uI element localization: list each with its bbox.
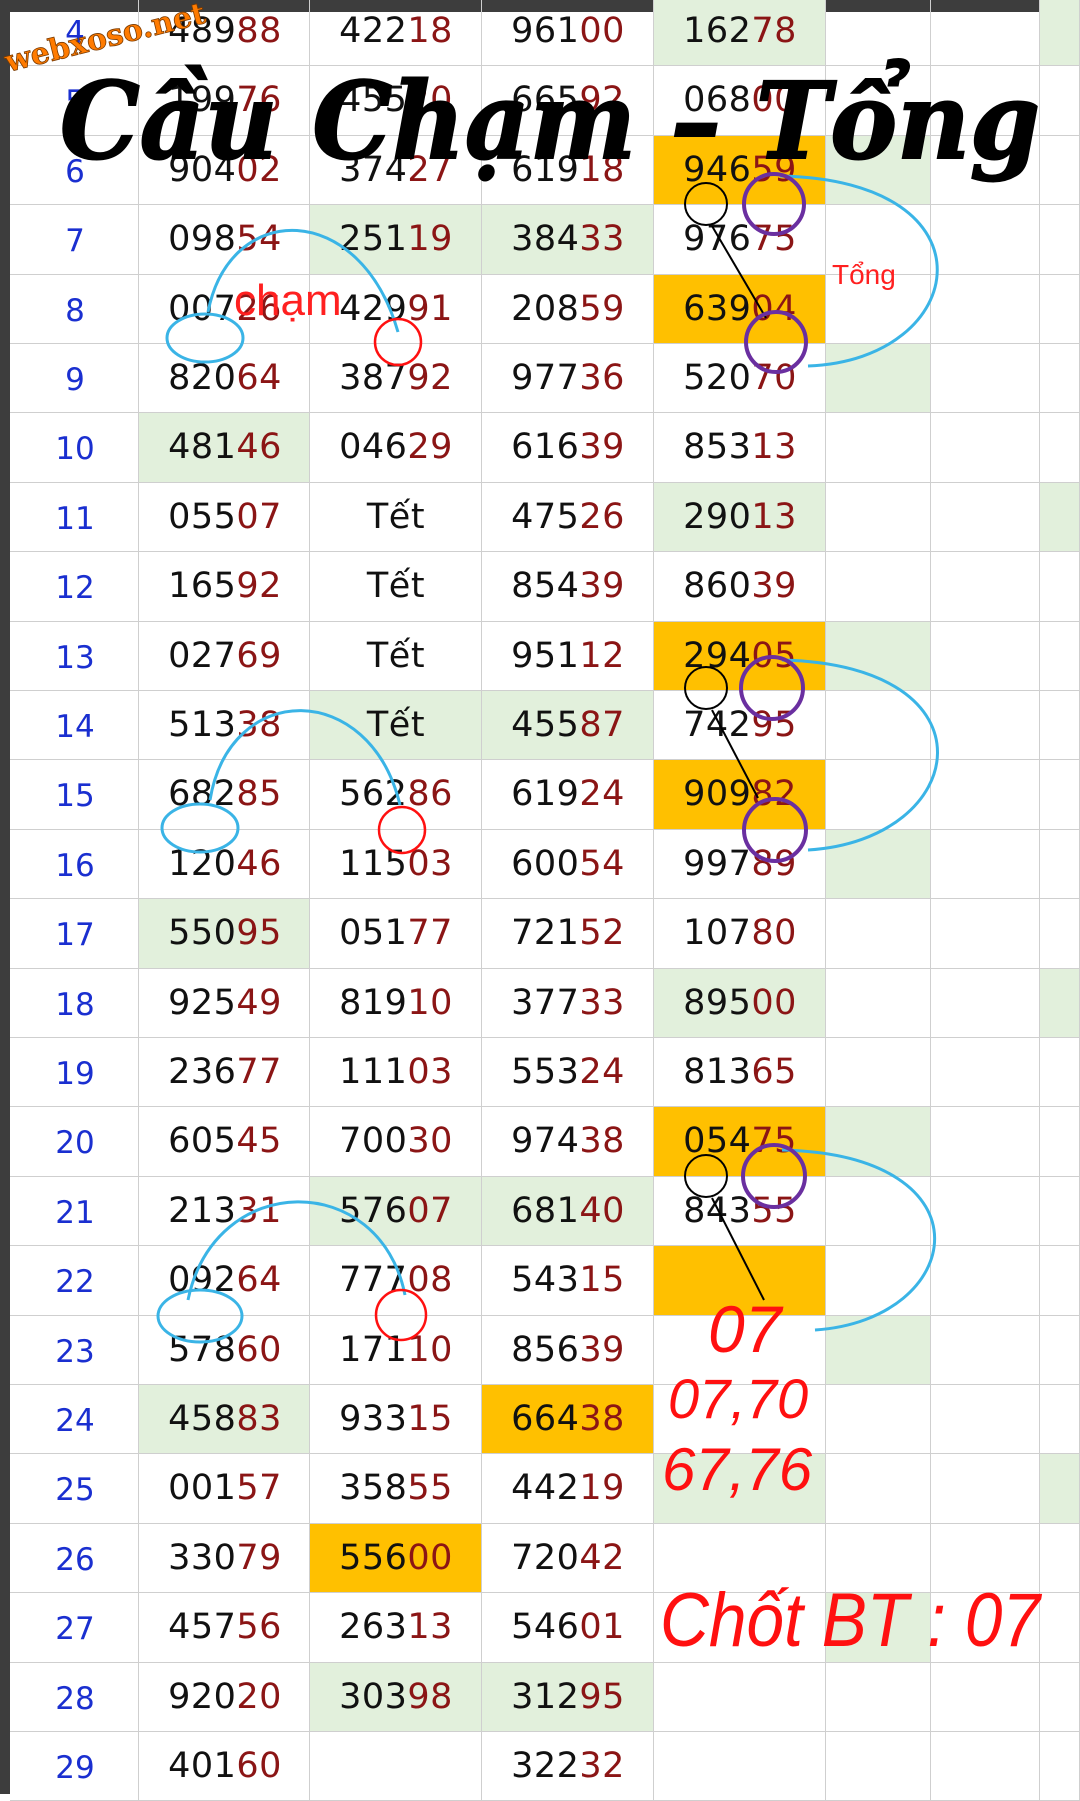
purple-circle-2: [744, 310, 808, 374]
prediction-pair-1: 07,70: [668, 1367, 808, 1430]
prediction-final: Chốt BT : 07: [660, 1578, 1042, 1663]
connect-line-3: [711, 1197, 765, 1301]
purple-circle-4: [742, 797, 808, 863]
cham-ellipse-1: [165, 312, 245, 364]
cham-ellipse-3: [156, 1288, 244, 1344]
purple-circle-3: [739, 655, 805, 721]
cham-arc-3: [186, 1200, 407, 1301]
prediction-main: 07: [708, 1292, 784, 1366]
red-circle-3: [374, 1288, 428, 1342]
connect-line-1: [711, 225, 767, 319]
cham-label: chạm: [234, 276, 342, 325]
purple-circle-1: [742, 172, 806, 236]
red-circle-1: [373, 317, 423, 367]
cham-arc-2: [208, 709, 402, 806]
annotation-layer: webxoso.net Cầu Chạm – Tổng chạm Tổng 07…: [0, 0, 1042, 1663]
connect-line-2: [711, 709, 759, 799]
black-circle-1: [684, 182, 728, 226]
cham-ellipse-2: [160, 802, 240, 854]
red-circle-2: [377, 805, 427, 855]
tong-label: Tổng: [832, 259, 896, 290]
purple-circle-5: [741, 1143, 807, 1209]
black-circle-3: [684, 1154, 728, 1198]
prediction-pair-2: 67,76: [662, 1436, 813, 1503]
black-circle-2: [684, 666, 728, 710]
page-title: Cầu Chạm – Tổng: [60, 58, 1040, 183]
